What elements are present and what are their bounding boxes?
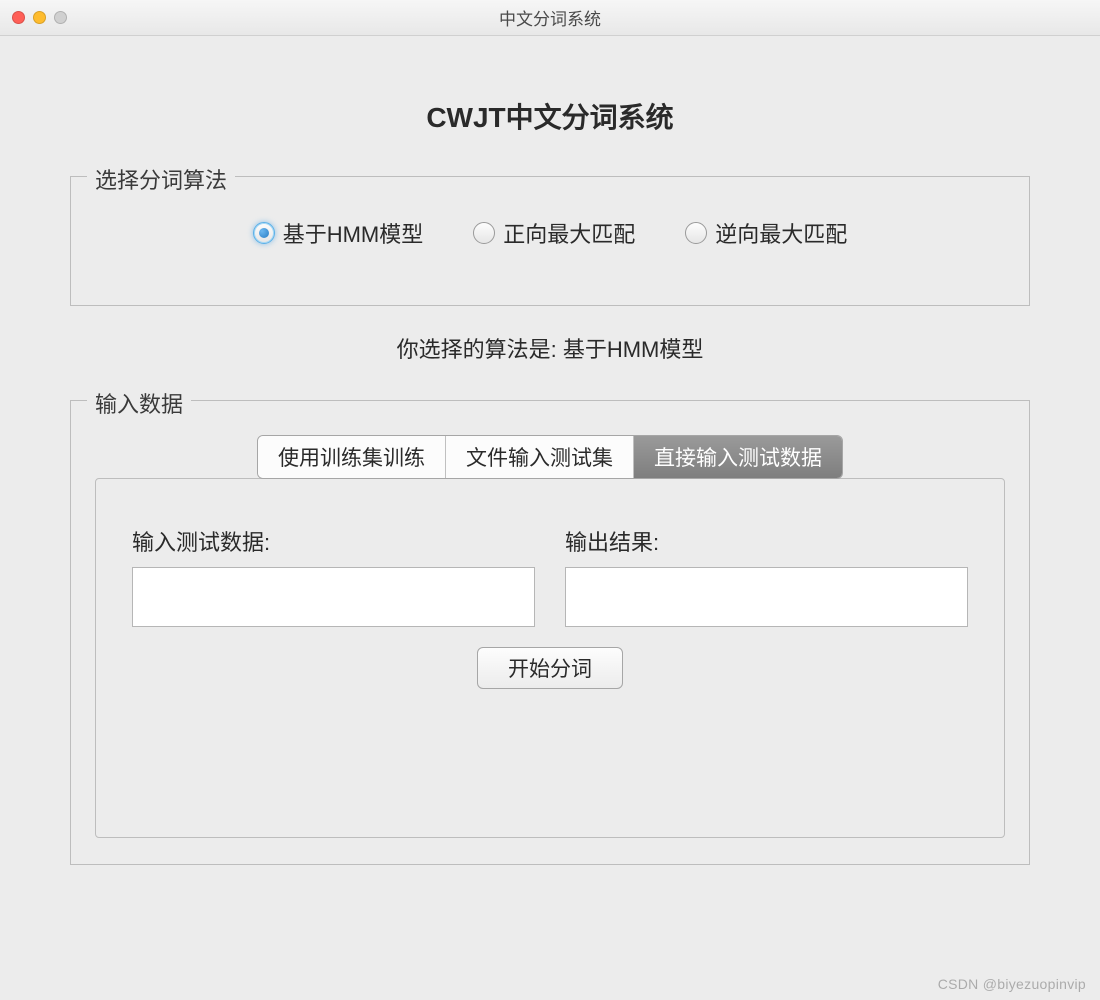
algorithm-radio-row: 基于HMM模型 正向最大匹配 逆向最大匹配: [101, 211, 999, 279]
main-content: CWJT中文分词系统 选择分词算法 基于HMM模型 正向最大匹配 逆向最大匹配 …: [0, 36, 1100, 905]
output-textarea[interactable]: [565, 567, 968, 627]
window-title: 中文分词系统: [0, 5, 1100, 30]
radio-backward-max[interactable]: 逆向最大匹配: [685, 217, 847, 249]
radio-indicator-icon: [685, 222, 707, 244]
traffic-lights: [12, 11, 67, 24]
tab-content: 输入测试数据: 输出结果: 开始分词: [95, 478, 1005, 838]
input-data-group: 输入数据 使用训练集训练 文件输入测试集 直接输入测试数据 输入测试数据: 输出…: [70, 400, 1030, 865]
input-column: 输入测试数据:: [132, 525, 535, 627]
watermark: CSDN @biyezuopinvip: [938, 976, 1086, 992]
output-label: 输出结果:: [565, 525, 968, 557]
page-title: CWJT中文分词系统: [70, 96, 1030, 136]
tab-direct-input[interactable]: 直接输入测试数据: [634, 436, 842, 478]
radio-indicator-icon: [473, 222, 495, 244]
start-segment-button[interactable]: 开始分词: [477, 647, 623, 689]
input-textarea[interactable]: [132, 567, 535, 627]
output-column: 输出结果:: [565, 525, 968, 627]
radio-label: 逆向最大匹配: [715, 217, 847, 249]
tab-pane: 使用训练集训练 文件输入测试集 直接输入测试数据 输入测试数据: 输出结果:: [95, 435, 1005, 838]
close-button[interactable]: [12, 11, 25, 24]
radio-label: 基于HMM模型: [283, 217, 424, 249]
tab-training-set[interactable]: 使用训练集训练: [258, 436, 446, 478]
tabbar: 使用训练集训练 文件输入测试集 直接输入测试数据: [95, 435, 1005, 479]
titlebar: 中文分词系统: [0, 0, 1100, 36]
maximize-button[interactable]: [54, 11, 67, 24]
algorithm-group: 选择分词算法 基于HMM模型 正向最大匹配 逆向最大匹配: [70, 176, 1030, 306]
radio-forward-max[interactable]: 正向最大匹配: [473, 217, 635, 249]
io-row: 输入测试数据: 输出结果:: [132, 525, 968, 627]
tab-file-input[interactable]: 文件输入测试集: [446, 436, 634, 478]
action-row: 开始分词: [132, 647, 968, 689]
radio-label: 正向最大匹配: [503, 217, 635, 249]
input-data-legend: 输入数据: [87, 387, 191, 419]
tabstrip: 使用训练集训练 文件输入测试集 直接输入测试数据: [257, 435, 843, 479]
selected-algorithm-status: 你选择的算法是: 基于HMM模型: [70, 332, 1030, 364]
radio-indicator-icon: [253, 222, 275, 244]
minimize-button[interactable]: [33, 11, 46, 24]
algorithm-legend: 选择分词算法: [87, 163, 235, 195]
radio-hmm[interactable]: 基于HMM模型: [253, 217, 424, 249]
input-label: 输入测试数据:: [132, 525, 535, 557]
